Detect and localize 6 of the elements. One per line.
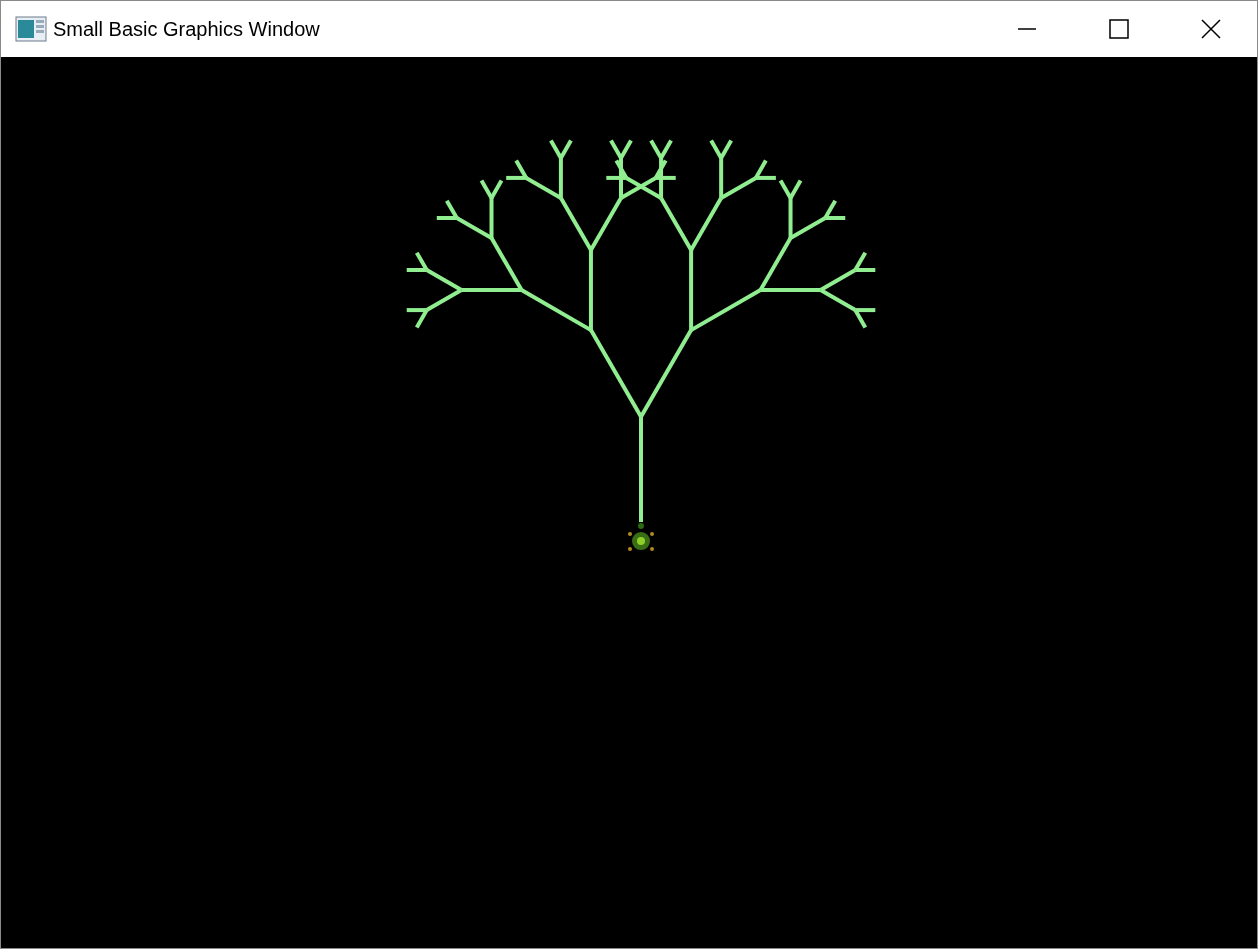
window-title: Small Basic Graphics Window [53, 17, 321, 41]
minimize-icon [1017, 28, 1037, 30]
maximize-icon [1109, 19, 1129, 39]
app-icon [15, 16, 47, 42]
close-icon [1201, 19, 1221, 39]
turtle-drawing [628, 523, 655, 552]
